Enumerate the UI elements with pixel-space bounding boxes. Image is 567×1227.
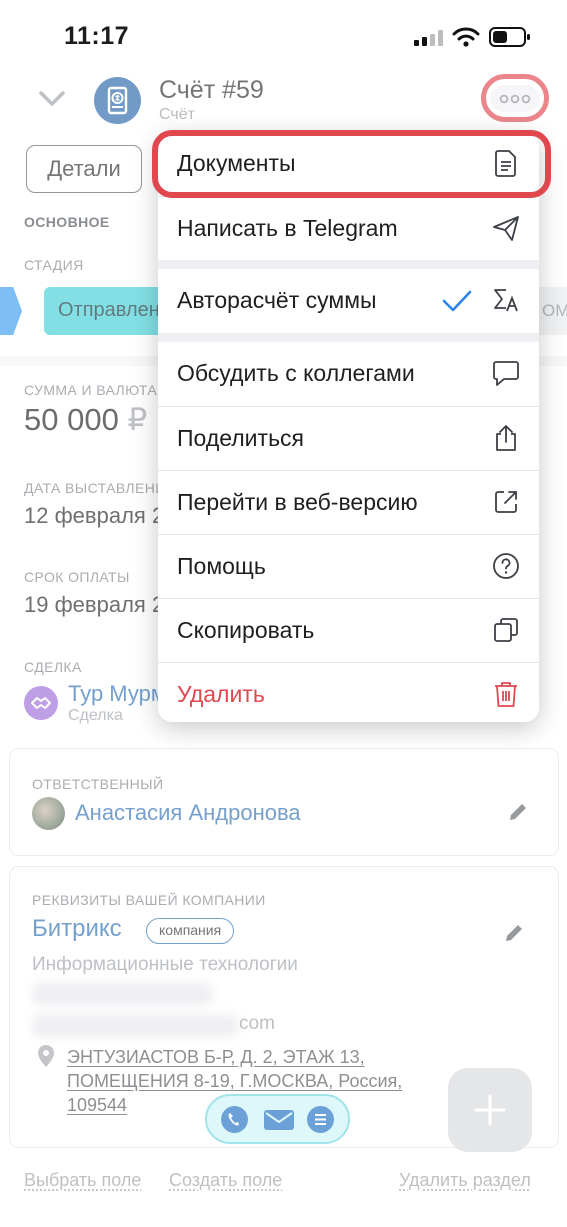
documents-highlight	[152, 130, 551, 198]
external-link-icon	[495, 491, 517, 513]
menu-item-telegram-label: Написать в Telegram	[177, 215, 398, 241]
status-time: 11:17	[64, 22, 130, 50]
menu-item-web[interactable]: Перейти в веб-версию	[158, 471, 539, 535]
menu-item-delete[interactable]: Удалить	[158, 663, 539, 722]
checkmark-icon	[442, 290, 472, 312]
menu-item-copy[interactable]: Скопировать	[158, 599, 539, 663]
signal-icon	[414, 30, 444, 46]
menu-item-delete-label: Удалить	[177, 681, 265, 707]
share-icon	[496, 425, 516, 451]
menu-item-share-label: Поделиться	[177, 425, 305, 451]
battery-icon	[489, 27, 530, 47]
trash-icon	[495, 682, 517, 707]
menu-item-telegram[interactable]: Написать в Telegram	[158, 197, 539, 261]
menu-item-autocalc-label: Авторасчёт суммы	[177, 287, 377, 313]
sum-translate-icon	[494, 289, 518, 312]
menu-group-gap	[158, 260, 539, 269]
context-menu: Документы Написать в Telegram Авторасчёт…	[158, 132, 539, 722]
wifi-icon	[452, 27, 480, 47]
menu-item-help-label: Помощь	[177, 553, 266, 579]
menu-group-gap	[158, 333, 539, 342]
menu-item-discuss-label: Обсудить с коллегами	[177, 360, 415, 386]
menu-item-discuss[interactable]: Обсудить с коллегами	[158, 342, 539, 406]
menu-item-web-label: Перейти в веб-версию	[177, 489, 418, 515]
menu-item-autocalc[interactable]: Авторасчёт суммы	[158, 269, 539, 333]
menu-item-share[interactable]: Поделиться	[158, 407, 539, 471]
copy-icon	[494, 618, 518, 642]
menu-item-help[interactable]: Помощь	[158, 535, 539, 599]
chat-bubble-icon	[493, 361, 519, 386]
paper-plane-icon	[493, 216, 519, 241]
menu-item-copy-label: Скопировать	[177, 617, 315, 643]
question-circle-icon	[493, 553, 519, 579]
